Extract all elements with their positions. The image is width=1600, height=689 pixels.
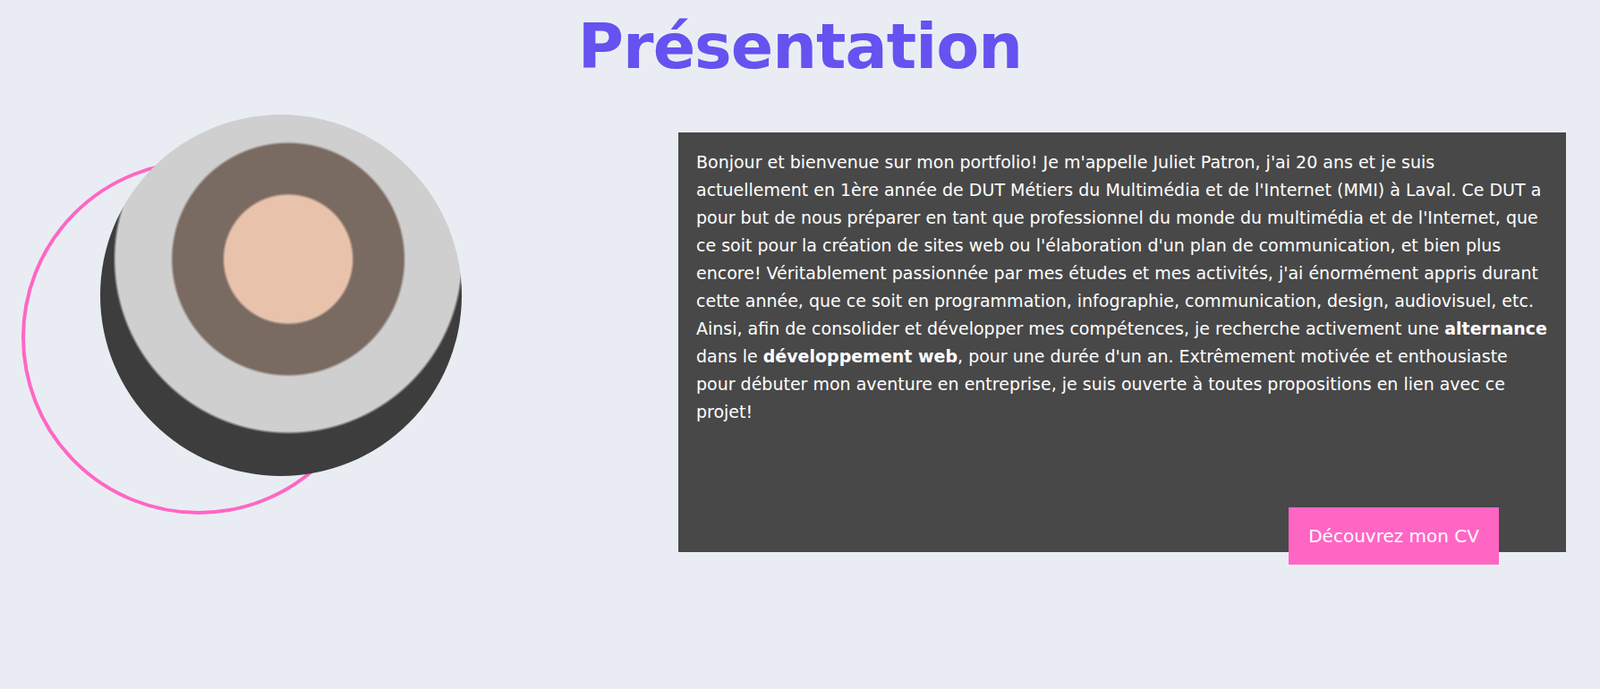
highlight-text: alternance [1444,318,1548,339]
section-title: Présentation [578,8,1022,85]
text-segment: dans le [696,346,764,366]
profile-photo [100,114,462,477]
highlight-text: développement web [763,346,958,366]
presentation-row: Bonjour et bienvenue sur mon portfolio! … [0,114,1600,553]
card-spacer [696,425,1549,508]
profile-figure [0,114,679,536]
intro-text: Bonjour et bienvenue sur mon portfolio! … [696,148,1549,426]
intro-card: Bonjour et bienvenue sur mon portfolio! … [678,132,1566,553]
text-segment: Bonjour et bienvenue sur mon portfolio! … [696,152,1541,339]
cv-button[interactable]: Découvrez mon CV [1288,507,1499,565]
